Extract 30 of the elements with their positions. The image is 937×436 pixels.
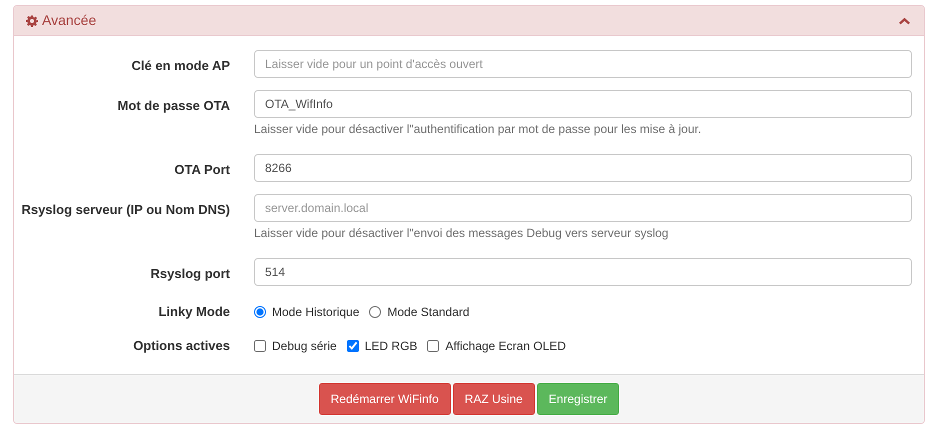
input-field[interactable]: OTA_WifInfo: [254, 90, 912, 118]
input-field[interactable]: 514: [254, 258, 912, 286]
field-label: Rsyslog serveur (IP ou Nom DNS): [20, 201, 230, 219]
field-label: Linky Mode: [157, 303, 230, 322]
gear-icon: [26, 14, 38, 26]
help-text: Laisser vide pour désactiver l"envoi des messages Debug vers serveur syslog: [254, 225, 670, 242]
radio-button[interactable]: [369, 306, 382, 318]
input-field[interactable]: Laisser vide pour un point d'accès ouvert: [254, 50, 912, 78]
field-label: OTA Port: [173, 161, 230, 179]
checkbox[interactable]: [346, 340, 359, 352]
action-button[interactable]: Redémarrer WiFinfo: [318, 383, 451, 415]
chevron-up-icon[interactable]: [899, 16, 910, 25]
field-label: Mot de passe OTA: [116, 97, 230, 115]
radio-button[interactable]: [254, 306, 266, 318]
checkbox[interactable]: [427, 340, 440, 352]
option-label[interactable]: Mode Historique: [272, 303, 360, 321]
field-label: Clé en mode AP: [130, 57, 230, 75]
option-label[interactable]: Debug série: [272, 337, 337, 355]
help-text: Laisser vide pour désactiver l"authentification par mot de passe pour les mise à jour.: [254, 121, 702, 138]
action-button[interactable]: RAZ Usine: [452, 383, 535, 415]
option-label[interactable]: Mode Standard: [387, 303, 470, 321]
option-label[interactable]: Affichage Ecran OLED: [445, 337, 566, 355]
option-label[interactable]: LED RGB: [364, 337, 418, 355]
panel-title: Avancée: [42, 11, 96, 30]
field-label: Options actives: [132, 337, 230, 356]
panel-header[interactable]: Avancée: [14, 6, 924, 36]
input-field[interactable]: 8266: [254, 154, 912, 182]
field-label: Rsyslog port: [150, 265, 230, 283]
input-field[interactable]: server.domain.local: [254, 194, 912, 222]
checkbox[interactable]: [254, 340, 266, 352]
